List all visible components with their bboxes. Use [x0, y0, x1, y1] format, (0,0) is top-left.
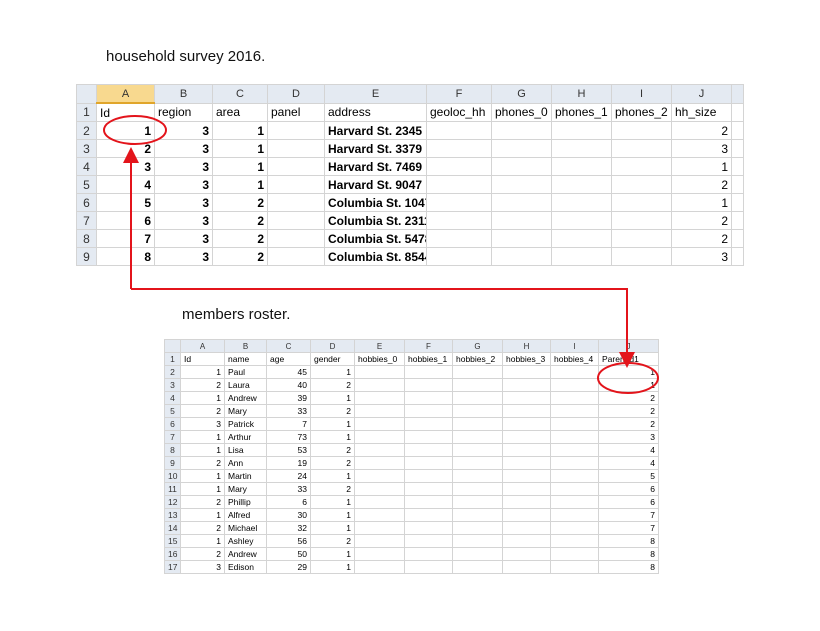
link-arrow-to-parentid	[131, 288, 635, 368]
parentid-highlight-circle	[597, 362, 659, 394]
annotation-overlay	[103, 115, 659, 394]
id-highlight-circle	[103, 115, 167, 145]
